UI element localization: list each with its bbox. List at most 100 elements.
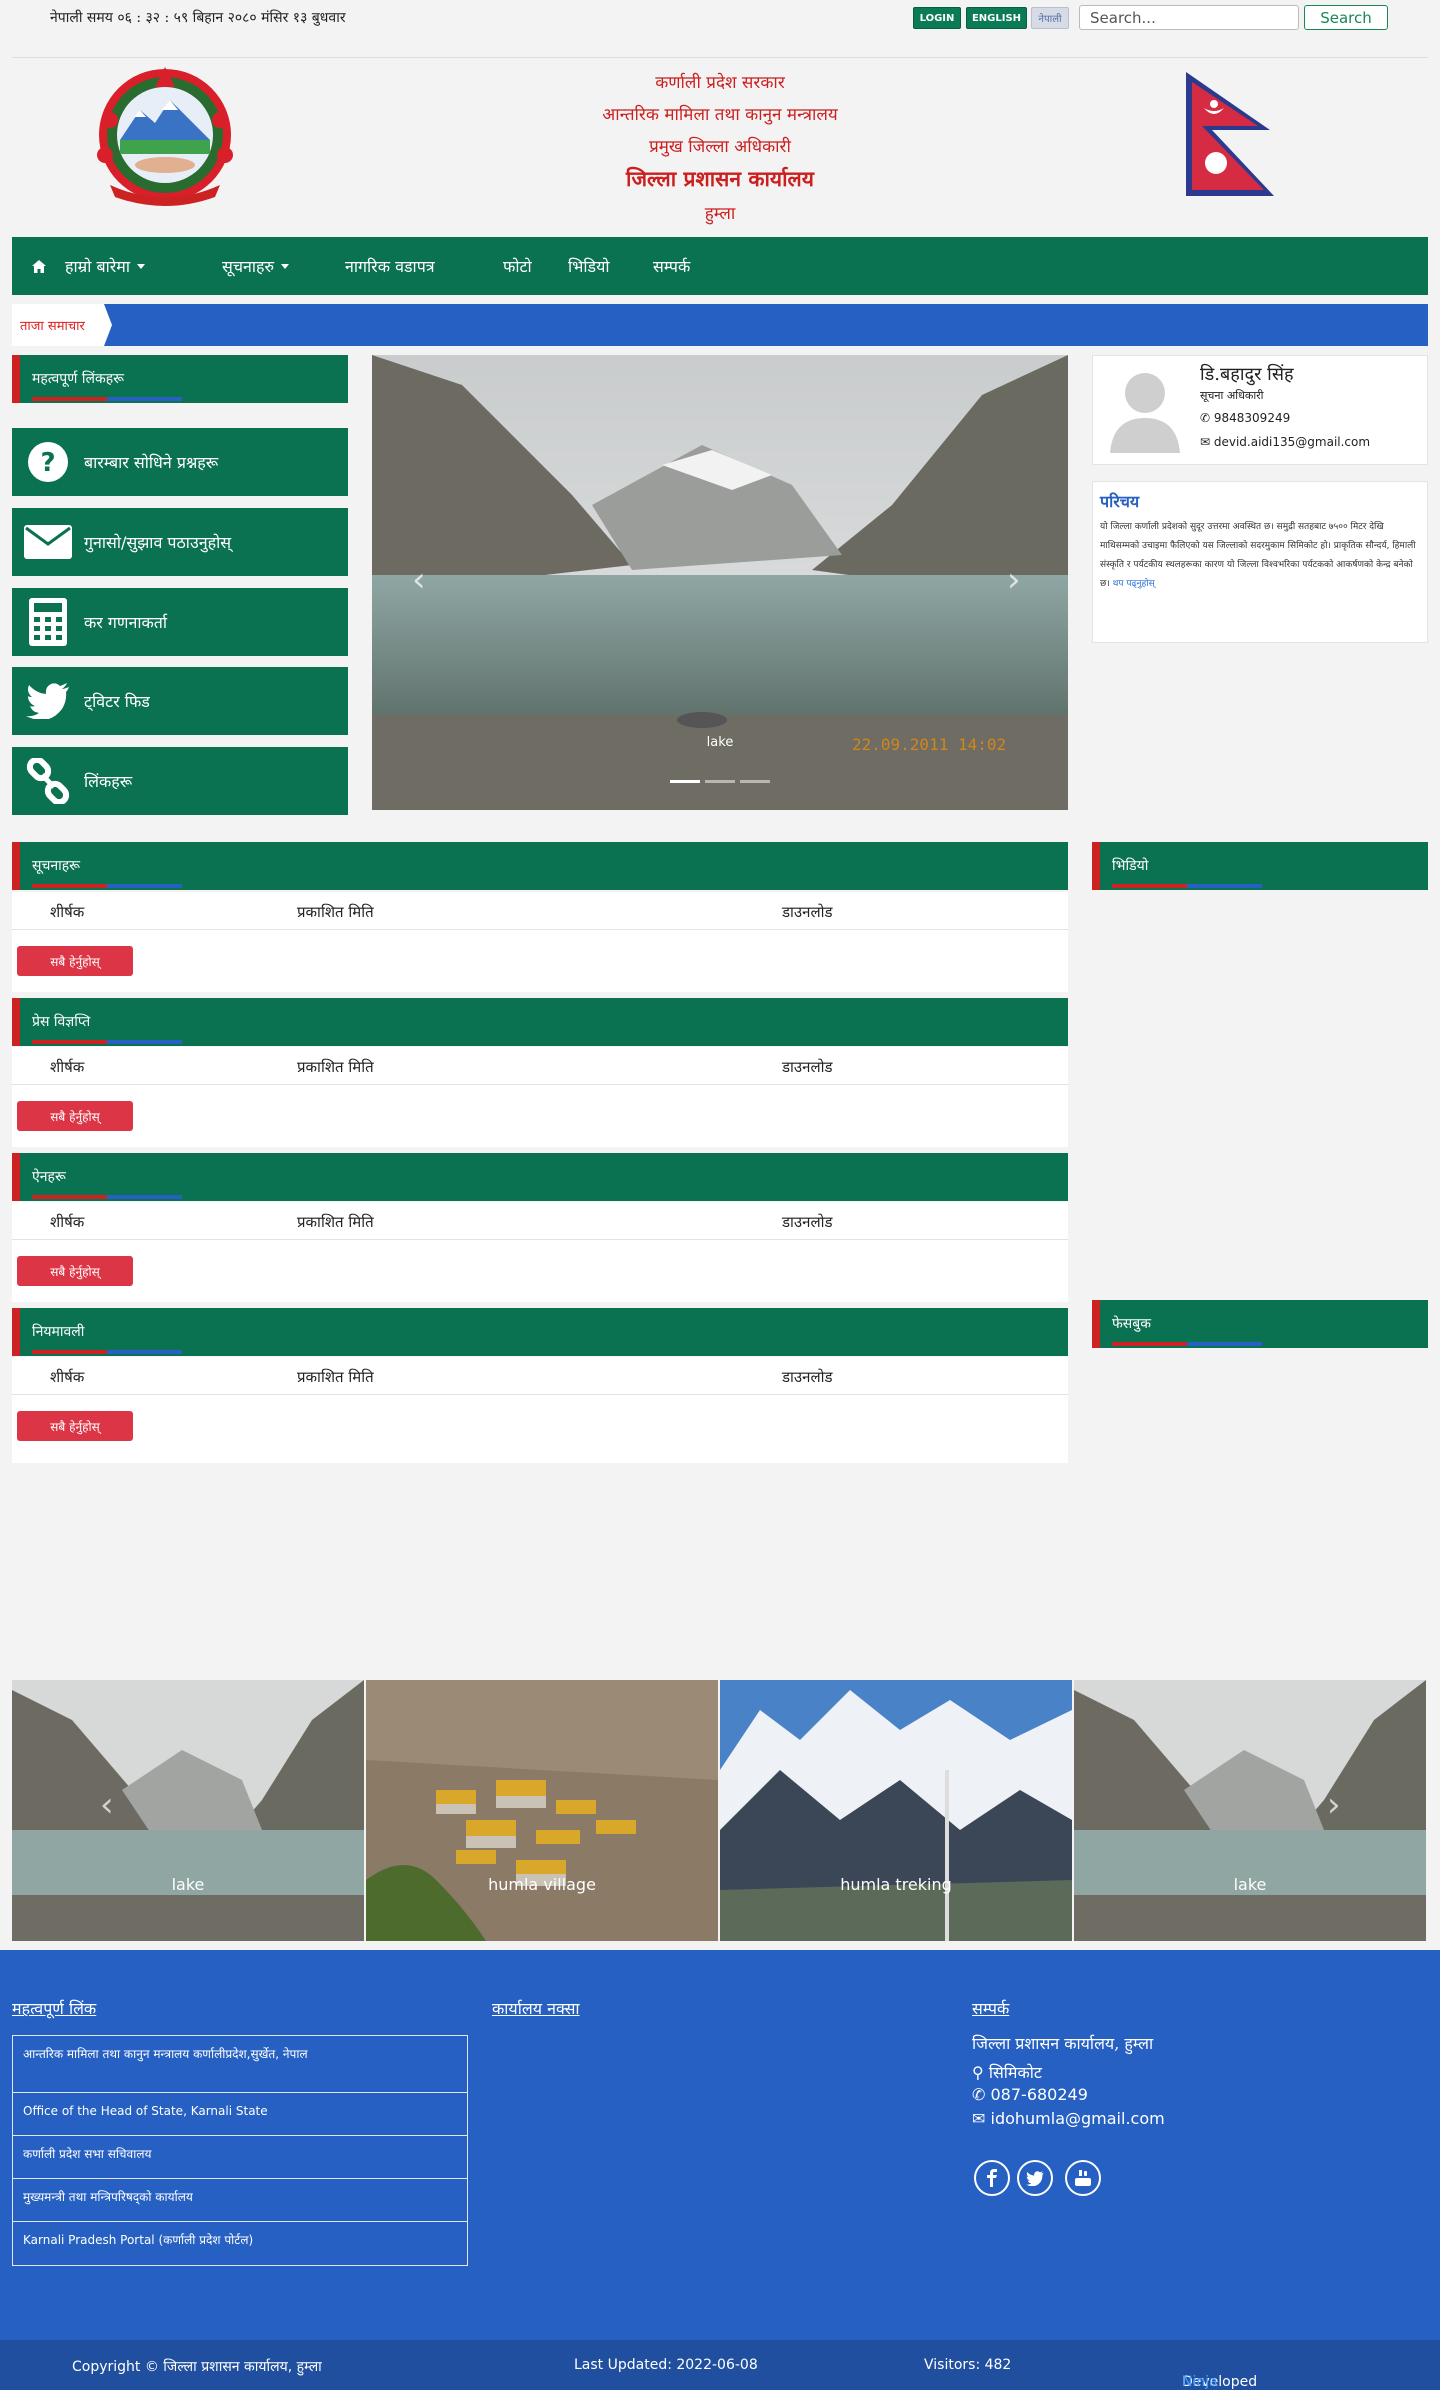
footer-link[interactable]: Karnali Pradesh Portal (कर्णाली प्रदेश प… [13, 2222, 467, 2265]
gallery-caption: humla village [488, 1875, 596, 1894]
table-header-row: शीर्षक प्रकाशित मिति डाउनलोड [12, 892, 1068, 930]
twitter-feed-button[interactable]: ट्विटर फिड [12, 667, 348, 735]
footer-link[interactable]: कर्णाली प्रदेश सभा सचिवालय [13, 2136, 467, 2179]
officer-phone: ✆ 9848309249 [1200, 411, 1291, 425]
facebook-section-header: फेसबुक [1092, 1300, 1428, 1348]
footer-links-list: आन्तरिक मामिला तथा कानुन मन्त्रालय कर्णा… [12, 2035, 468, 2266]
question-icon: ? [28, 442, 68, 482]
table-header-row: शीर्षक प्रकाशित मिति डाउनलोड [12, 1047, 1068, 1085]
nav-notices[interactable]: सूचनाहरु [222, 237, 290, 295]
footer-contact-title: सम्पर्क [972, 1999, 1010, 2018]
envelope-icon: ✉ [1200, 435, 1214, 449]
gallery-image-lake [12, 1680, 364, 1941]
gallery-caption: lake [171, 1875, 205, 1894]
home-icon[interactable] [32, 237, 46, 295]
table-header-row: शीर्षक प्रकाशित मिति डाउनलोड [12, 1202, 1068, 1240]
slider-indicator[interactable] [670, 780, 700, 783]
footer-phone: ✆ 087-680249 [972, 2085, 1088, 2104]
gallery-prev-arrow[interactable]: ‹ [100, 1785, 114, 1825]
gallery-image-lake [1074, 1680, 1426, 1941]
calculator-icon [29, 598, 67, 646]
footer-map-title: कार्यालय नक्सा [492, 1999, 580, 2018]
slider-indicator[interactable] [740, 780, 770, 783]
header-line-3: प्रमुख जिल्ला अधिकारी [649, 137, 791, 157]
view-all-button[interactable]: सबै हेर्नुहोस् [17, 1256, 133, 1286]
avatar [1110, 373, 1180, 453]
complaint-button[interactable]: गुनासो/सुझाव पठाउनुहोस् [12, 508, 348, 576]
nav-citizen-charter[interactable]: नागरिक वडापत्र [345, 237, 435, 295]
footer-email[interactable]: ✉ idohumla@gmail.com [972, 2109, 1165, 2128]
nepali-button[interactable]: नेपाली [1031, 7, 1069, 29]
svg-text:?: ? [40, 448, 55, 478]
nav-photo[interactable]: फोटो [503, 237, 532, 295]
slider-next-arrow[interactable]: › [1007, 560, 1021, 600]
envelope-icon [24, 525, 72, 559]
twitter-icon[interactable] [1017, 2160, 1053, 2196]
phone-icon: ✆ [1200, 411, 1214, 425]
photo-gallery-carousel[interactable]: lake humla village humla treking lake ‹ … [12, 1680, 1428, 1941]
image-slider[interactable]: 22.09.2011 14:02 ‹ › lake [372, 355, 1068, 810]
gallery-image-trekking [720, 1680, 1072, 1941]
visitor-count: Visitors: 482 [924, 2357, 1012, 2373]
footer-links-title: महत्वपूर्ण लिंक [12, 1999, 97, 2018]
header-district: हुम्ला [704, 204, 736, 224]
envelope-icon: ✉ [972, 2109, 991, 2128]
news-ticker [12, 304, 1428, 346]
english-button[interactable]: ENGLISH [966, 7, 1027, 29]
view-all-button[interactable]: सबै हेर्नुहोस् [17, 1411, 133, 1441]
copyright-text: Copyright © जिल्ला प्रशासन कार्यालय, हुम… [72, 2359, 322, 2375]
chevron-down-icon [281, 263, 290, 269]
officer-email[interactable]: ✉ devid.aidi135@gmail.com [1200, 435, 1370, 449]
gallery-item[interactable]: humla treking [720, 1680, 1072, 1941]
acts-section-header: ऐनहरू [12, 1153, 1068, 1201]
last-updated: Last Updated: 2022-06-08 [574, 2357, 758, 2373]
slider-prev-arrow[interactable]: ‹ [412, 560, 426, 600]
intro-text: यो जिल्ला कर्णाली प्रदेशको सुदूर उत्तरमा… [1100, 522, 1416, 589]
map-marker-icon: ⚲ [972, 2063, 989, 2082]
footer-location: ⚲ सिमिकोट [972, 2063, 1042, 2082]
faq-button[interactable]: ? बारम्बार सोधिने प्रश्नहरू [12, 428, 348, 496]
main-navigation: हाम्रो बारेमा सूचनाहरु नागरिक वडापत्र फो… [12, 237, 1428, 295]
intro-card: परिचय यो जिल्ला कर्णाली प्रदेशको सुदूर उ… [1092, 481, 1428, 643]
gallery-item[interactable]: lake [12, 1680, 364, 1941]
intro-title: परिचय [1100, 492, 1140, 511]
gallery-item[interactable]: lake [1074, 1680, 1426, 1941]
nav-contact[interactable]: सम्पर्क [653, 237, 690, 295]
gallery-caption: lake [1233, 1875, 1267, 1894]
officer-name: डि.बहादुर सिंह [1200, 364, 1294, 385]
footer-link[interactable]: मुख्यमन्त्री तथा मन्त्रिपरिषद्को कार्याल… [13, 2179, 467, 2222]
gallery-image-village [366, 1680, 718, 1941]
date-time-display: नेपाली समय ०६ : ३२ : ५९ बिहान २०८० मंसिर… [50, 10, 346, 26]
slider-indicator[interactable] [705, 780, 735, 783]
news-label: ताजा समाचार [12, 304, 112, 346]
nav-video[interactable]: भिडियो [568, 237, 610, 295]
view-all-button[interactable]: सबै हेर्नुहोस् [17, 1101, 133, 1131]
chevron-down-icon [136, 263, 145, 269]
footer-link[interactable]: Office of the Head of State, Karnali Sta… [13, 2093, 467, 2136]
developer-link[interactable]: Ninja Infosys [1182, 2374, 1231, 2390]
search-button[interactable]: Search [1304, 5, 1388, 30]
link-icon [26, 758, 70, 804]
login-button[interactable]: LOGIN [913, 7, 961, 29]
youtube-icon[interactable] [1065, 2160, 1101, 2196]
view-all-button[interactable]: सबै हेर्नुहोस् [17, 946, 133, 976]
gallery-caption: humla treking [840, 1875, 952, 1894]
header-line-2: आन्तरिक मामिला तथा कानुन मन्त्रालय [602, 105, 838, 125]
footer-link[interactable]: आन्तरिक मामिला तथा कानुन मन्त्रालय कर्णा… [13, 2036, 467, 2093]
search-input[interactable] [1079, 5, 1299, 30]
press-release-section-header: प्रेस विज्ञप्ति [12, 998, 1068, 1046]
tax-calculator-button[interactable]: कर गणनाकर्ता [12, 588, 348, 656]
phone-icon: ✆ [972, 2085, 991, 2104]
links-button[interactable]: लिंकहरू [12, 747, 348, 815]
gallery-next-arrow[interactable]: › [1327, 1785, 1341, 1825]
regulations-section-header: नियमावली [12, 1308, 1068, 1356]
officer-role: सूचना अधिकारी [1200, 389, 1264, 402]
table-header-row: शीर्षक प्रकाशित मिति डाउनलोड [12, 1357, 1068, 1395]
divider [12, 57, 1428, 58]
read-more-link[interactable]: थप पढ्नुहोस् [1113, 579, 1155, 589]
gallery-item[interactable]: humla village [366, 1680, 718, 1941]
twitter-icon [26, 683, 69, 719]
video-section-header: भिडियो [1092, 842, 1428, 890]
nav-about[interactable]: हाम्रो बारेमा [65, 237, 145, 295]
facebook-icon[interactable] [974, 2160, 1010, 2196]
